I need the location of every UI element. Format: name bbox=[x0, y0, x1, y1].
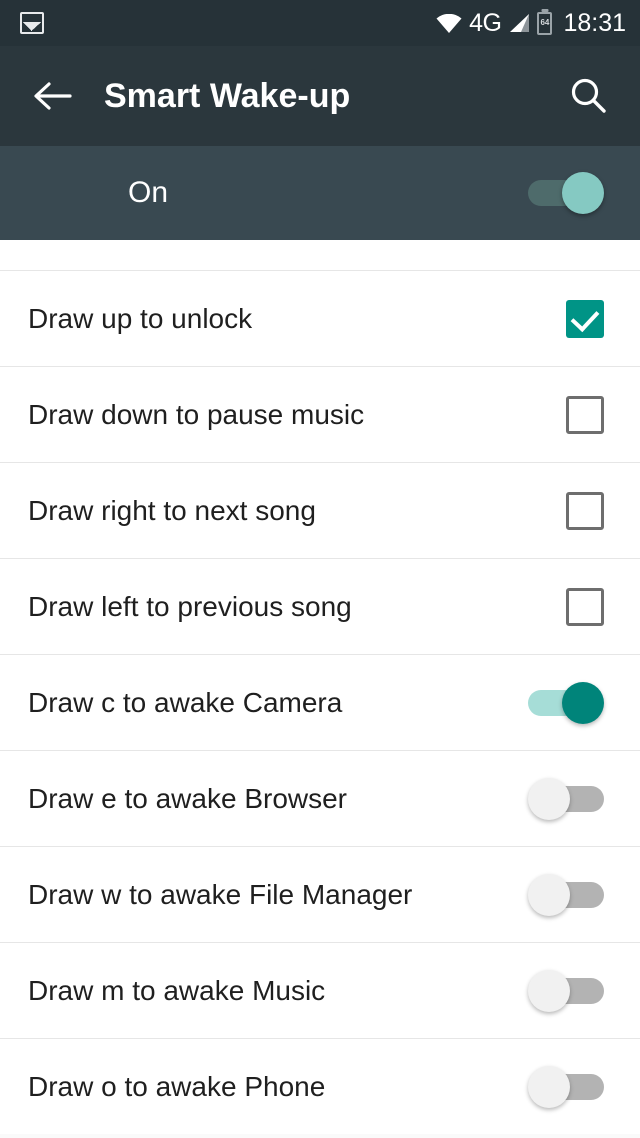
page-title: Smart Wake-up bbox=[104, 76, 351, 115]
signal-bars-icon bbox=[508, 13, 530, 33]
table-row[interactable]: Draw o to awake Phone bbox=[0, 1038, 640, 1134]
row-switch-knob bbox=[562, 681, 604, 724]
table-row[interactable]: Draw c to awake Camera bbox=[0, 654, 640, 750]
image-icon bbox=[20, 12, 44, 34]
row-checkbox[interactable] bbox=[566, 299, 604, 338]
network-type-label: 4G bbox=[469, 8, 502, 37]
master-switch-knob bbox=[562, 172, 604, 214]
row-label: Draw right to next song bbox=[28, 494, 316, 526]
status-bar-clock: 18:31 bbox=[563, 8, 626, 37]
row-switch-toggle[interactable] bbox=[528, 873, 604, 916]
app-toolbar: Smart Wake-up bbox=[0, 46, 640, 146]
row-label: Draw w to awake File Manager bbox=[28, 878, 413, 910]
table-row[interactable]: Draw m to awake Music bbox=[0, 942, 640, 1038]
status-bar-system-icons: 4G 64 18:31 bbox=[436, 8, 626, 37]
row-switch-knob bbox=[528, 969, 570, 1012]
row-checkbox[interactable] bbox=[566, 395, 604, 434]
table-row[interactable]: Draw e to awake Browser bbox=[0, 750, 640, 846]
row-label: Draw e to awake Browser bbox=[28, 782, 348, 814]
battery-level-label: 64 bbox=[540, 18, 550, 27]
row-label: Draw c to awake Camera bbox=[28, 686, 343, 718]
master-switch-toggle[interactable] bbox=[528, 172, 604, 214]
row-switch-knob bbox=[528, 1065, 570, 1108]
row-label: Draw down to pause music bbox=[28, 398, 365, 430]
row-switch-toggle[interactable] bbox=[528, 1065, 604, 1108]
table-row[interactable]: Draw up to unlock bbox=[0, 270, 640, 366]
table-row[interactable]: Draw w to awake File Manager bbox=[0, 846, 640, 942]
wifi-icon bbox=[436, 13, 462, 33]
row-checkbox[interactable] bbox=[566, 491, 604, 530]
row-switch-toggle[interactable] bbox=[528, 777, 604, 820]
row-label: Draw o to awake Phone bbox=[28, 1070, 326, 1102]
table-row[interactable]: Draw down to pause music bbox=[0, 366, 640, 462]
search-icon[interactable] bbox=[560, 68, 616, 124]
row-switch-toggle[interactable] bbox=[528, 969, 604, 1012]
row-label: Draw m to awake Music bbox=[28, 974, 326, 1006]
row-switch-knob bbox=[528, 777, 570, 820]
table-row[interactable]: Draw right to next song bbox=[0, 462, 640, 558]
list-top-spacer bbox=[0, 240, 640, 270]
master-switch-row[interactable]: On bbox=[0, 146, 640, 240]
smart-wakeup-screen: 4G 64 18:31 Smart Wake-up On Draw up to … bbox=[0, 0, 640, 1138]
row-switch-knob bbox=[528, 873, 570, 916]
row-switch-toggle[interactable] bbox=[528, 681, 604, 724]
status-bar-notifications bbox=[20, 12, 44, 34]
row-checkbox[interactable] bbox=[566, 587, 604, 626]
row-label: Draw left to previous song bbox=[28, 590, 352, 622]
master-switch-label: On bbox=[128, 176, 169, 209]
gesture-settings-list: Draw up to unlock Draw down to pause musi… bbox=[0, 270, 640, 1134]
row-label: Draw up to unlock bbox=[28, 302, 253, 334]
battery-icon: 64 bbox=[537, 11, 553, 35]
back-arrow-icon[interactable] bbox=[24, 68, 80, 124]
status-bar: 4G 64 18:31 bbox=[0, 0, 640, 46]
table-row[interactable]: Draw left to previous song bbox=[0, 558, 640, 654]
